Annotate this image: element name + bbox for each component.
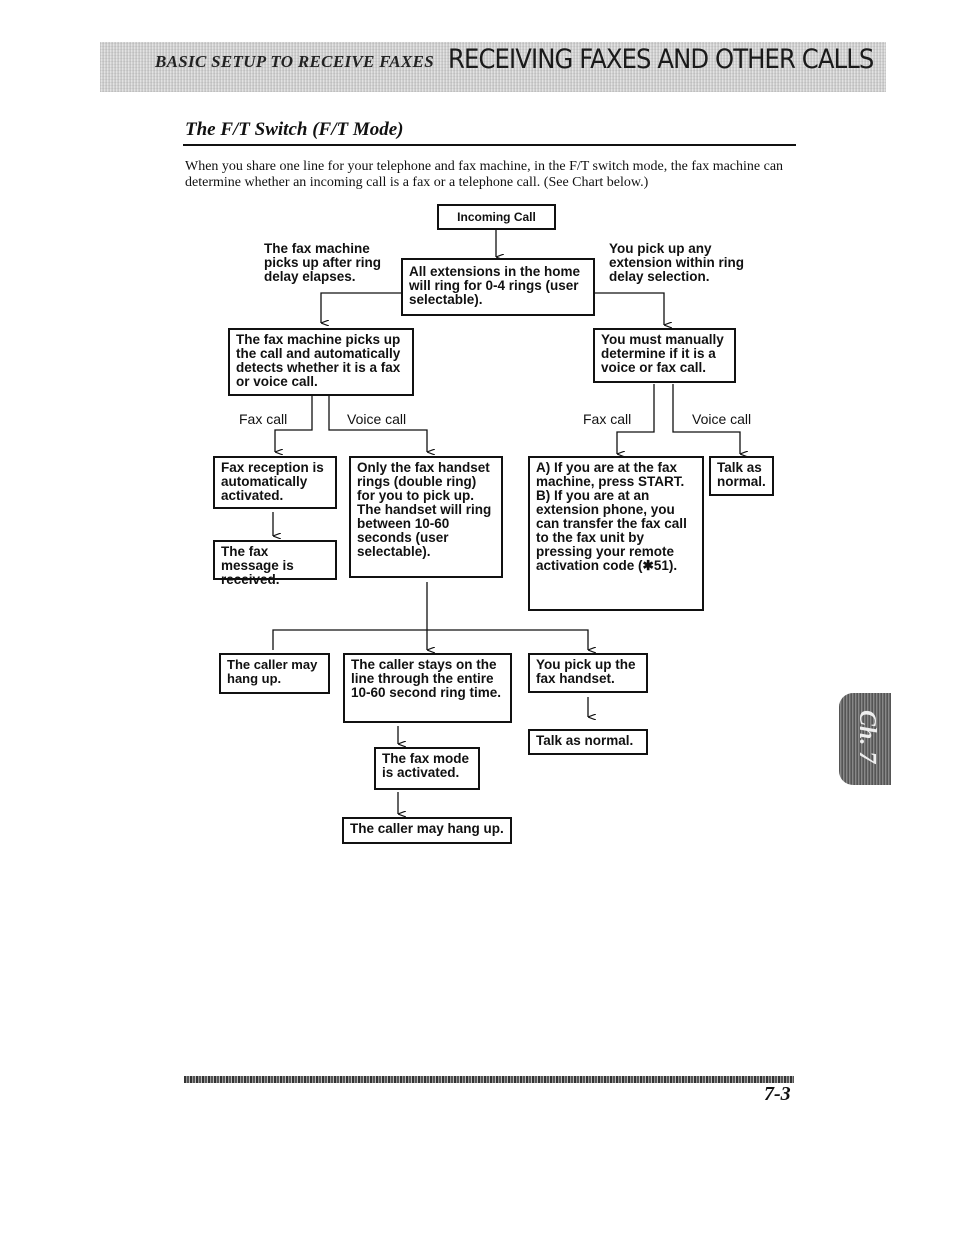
option-a-text: If you are at the fax machine, press STA… bbox=[536, 460, 685, 489]
manual-voice-call-label: Voice call bbox=[692, 411, 752, 427]
manual-fax-call-label: Fax call bbox=[583, 411, 632, 427]
ring-all-box: All extensions in the home will ring for… bbox=[401, 258, 595, 316]
footer-band bbox=[184, 1076, 794, 1083]
chapter-tab-label: Ch. 7 bbox=[854, 710, 880, 764]
talk-as-normal-short-box: Talk as normal. bbox=[709, 456, 774, 496]
incoming-call-box: Incoming Call bbox=[437, 204, 556, 230]
fax-received-box: The fax message is received. bbox=[213, 540, 337, 587]
manual-determine-box: You must manually determine if it is a v… bbox=[593, 328, 736, 383]
right-branch-label: You pick up any extension within ring de… bbox=[609, 241, 745, 284]
pick-up-handset-box: You pick up the fax handset. bbox=[528, 653, 648, 693]
option-b-label: B) bbox=[536, 488, 551, 503]
option-a: A) If you are at the fax machine, press … bbox=[536, 461, 696, 489]
talk-as-normal-box: Talk as normal. bbox=[528, 729, 648, 755]
caller-hangs-up-box: The caller may hang up. bbox=[219, 653, 330, 694]
auto-fax-call-label: Fax call bbox=[239, 411, 288, 427]
arrow-ring-to-autodetect bbox=[320, 292, 401, 323]
option-b: B) If you are at an extension phone, you… bbox=[536, 489, 696, 573]
auto-detect-box: The fax machine picks up the call and au… bbox=[228, 328, 414, 396]
left-branch-label: The fax machine picks up after ring dela… bbox=[264, 241, 382, 284]
flowchart-connectors bbox=[272, 229, 954, 1235]
arrow-split-branches bbox=[272, 629, 588, 650]
page-number: 7-3 bbox=[764, 1083, 791, 1105]
handset-rings-box: Only the fax handset rings (double ring)… bbox=[349, 456, 503, 578]
caller-stays-box: The caller stays on the line through the… bbox=[343, 653, 512, 723]
option-b-text: If you are at an extension phone, you ca… bbox=[536, 488, 687, 573]
arrow-ring-to-manual bbox=[595, 292, 664, 325]
fax-mode-activated-box: The fax mode is activated. bbox=[374, 747, 480, 790]
caller-may-hang-up-box: The caller may hang up. bbox=[342, 817, 512, 844]
auto-voice-call-label: Voice call bbox=[347, 411, 407, 427]
option-a-label: A) bbox=[536, 460, 551, 475]
manual-fax-instructions-box: A) If you are at the fax machine, press … bbox=[528, 456, 704, 611]
fax-reception-box: Fax reception is automatically activated… bbox=[213, 456, 337, 509]
